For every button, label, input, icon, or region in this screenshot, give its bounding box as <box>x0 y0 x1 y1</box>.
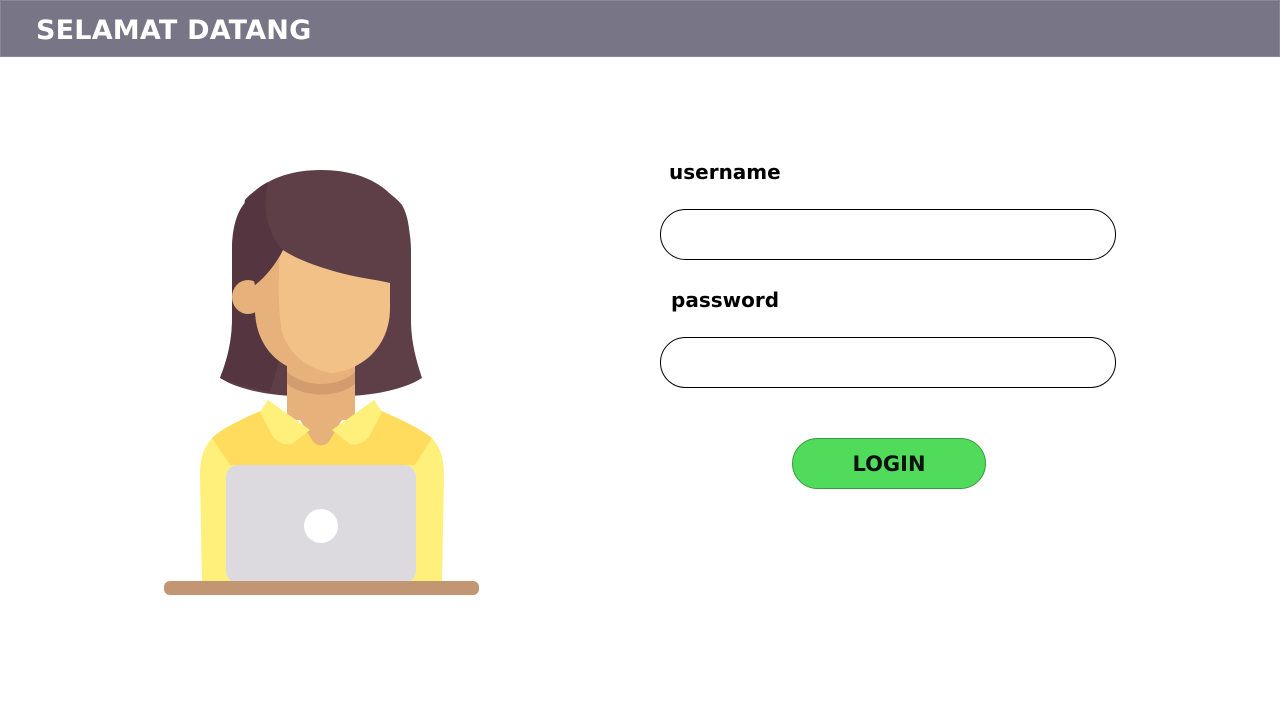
username-input[interactable] <box>660 209 1116 260</box>
username-label: username <box>669 160 781 184</box>
password-label: password <box>671 288 780 312</box>
page-title: SELAMAT DATANG <box>36 15 312 46</box>
login-button[interactable]: LOGIN <box>792 438 986 489</box>
password-input[interactable] <box>660 337 1116 388</box>
header-bar: SELAMAT DATANG <box>0 0 1280 57</box>
woman-with-laptop-icon <box>164 170 479 595</box>
